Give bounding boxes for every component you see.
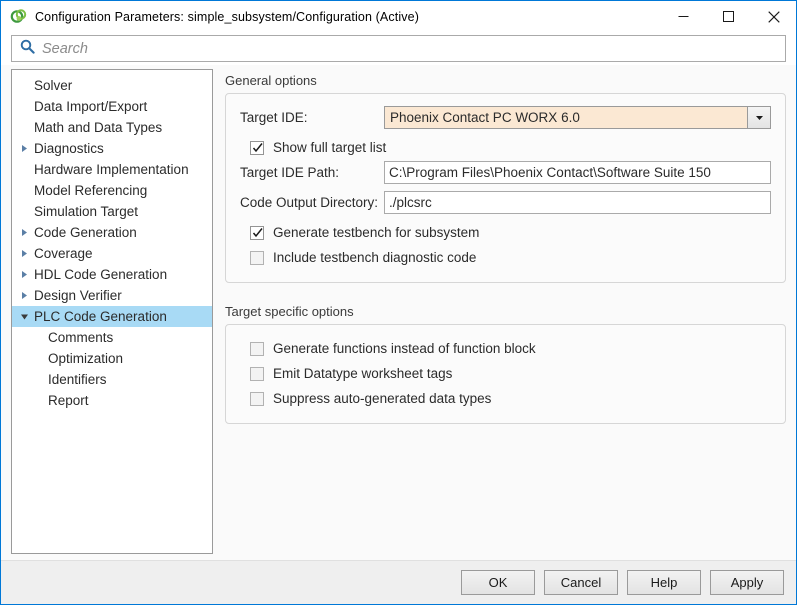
help-button[interactable]: Help	[627, 570, 701, 595]
search-box[interactable]	[11, 35, 786, 62]
show-full-target-list-label: Show full target list	[273, 140, 386, 155]
generate-functions-label: Generate functions instead of function b…	[273, 341, 536, 356]
target-ide-value: Phoenix Contact PC WORX 6.0	[385, 107, 747, 128]
target-specific-options-group: Generate functions instead of function b…	[225, 324, 786, 424]
tree-item-label: Hardware Implementation	[34, 162, 189, 177]
maximize-button[interactable]	[706, 1, 751, 32]
tree-item-hardware-implementation[interactable]: Hardware Implementation	[12, 159, 212, 180]
window-title: Configuration Parameters: simple_subsyst…	[35, 10, 419, 24]
cancel-button[interactable]: Cancel	[544, 570, 618, 595]
tree-item-identifiers[interactable]: Identifiers	[12, 369, 212, 390]
general-options-title: General options	[225, 73, 786, 88]
tree-item-code-generation[interactable]: Code Generation	[12, 222, 212, 243]
tree-item-coverage[interactable]: Coverage	[12, 243, 212, 264]
tree-item-label: Optimization	[48, 351, 123, 366]
tree-item-optimization[interactable]: Optimization	[12, 348, 212, 369]
chevron-right-icon[interactable]	[20, 144, 34, 153]
group-spacer	[225, 283, 786, 302]
tree-item-model-referencing[interactable]: Model Referencing	[12, 180, 212, 201]
emit-datatype-worksheet-tags-checkbox[interactable]: Emit Datatype worksheet tags	[240, 361, 771, 386]
tree-item-math-and-data-types[interactable]: Math and Data Types	[12, 117, 212, 138]
search-row	[1, 32, 796, 65]
tree-item-label: Comments	[48, 330, 113, 345]
include-testbench-diagnostic-label: Include testbench diagnostic code	[273, 250, 476, 265]
close-button[interactable]	[751, 1, 796, 32]
target-ide-combobox[interactable]: Phoenix Contact PC WORX 6.0	[384, 106, 771, 129]
configuration-parameters-dialog: Configuration Parameters: simple_subsyst…	[0, 0, 797, 605]
generate-testbench-label: Generate testbench for subsystem	[273, 225, 479, 240]
ok-button[interactable]: OK	[461, 570, 535, 595]
search-input[interactable]	[42, 41, 779, 57]
tree-item-label: Diagnostics	[34, 141, 104, 156]
tree-item-label: Code Generation	[34, 225, 137, 240]
search-icon	[20, 39, 35, 59]
tree-item-label: Math and Data Types	[34, 120, 162, 135]
checkbox-unchecked-icon	[250, 251, 264, 265]
code-output-directory-label: Code Output Directory:	[240, 195, 384, 210]
checkbox-unchecked-icon	[250, 367, 264, 381]
tree-item-label: Model Referencing	[34, 183, 147, 198]
tree-item-simulation-target[interactable]: Simulation Target	[12, 201, 212, 222]
minimize-button[interactable]	[661, 1, 706, 32]
target-ide-label: Target IDE:	[240, 110, 384, 125]
settings-tree[interactable]: Solver Data Import/Export Math and Data …	[11, 69, 213, 554]
tree-item-hdl-code-generation[interactable]: HDL Code Generation	[12, 264, 212, 285]
window-controls	[661, 1, 796, 32]
tree-item-report[interactable]: Report	[12, 390, 212, 411]
generate-testbench-checkbox[interactable]: Generate testbench for subsystem	[240, 220, 771, 245]
checkbox-unchecked-icon	[250, 392, 264, 406]
maximize-icon	[723, 11, 734, 22]
dialog-body: Solver Data Import/Export Math and Data …	[1, 65, 796, 560]
tree-item-label: Simulation Target	[34, 204, 138, 219]
target-ide-path-row: Target IDE Path:	[240, 160, 771, 184]
tree-item-label: Data Import/Export	[34, 99, 147, 114]
target-ide-path-label: Target IDE Path:	[240, 165, 384, 180]
show-full-target-list-checkbox[interactable]: Show full target list	[240, 135, 771, 160]
tree-item-label: Identifiers	[48, 372, 107, 387]
tree-item-plc-code-generation[interactable]: PLC Code Generation	[12, 306, 212, 327]
chevron-right-icon[interactable]	[20, 228, 34, 237]
code-output-directory-row: Code Output Directory:	[240, 190, 771, 214]
title-bar: Configuration Parameters: simple_subsyst…	[1, 1, 796, 32]
checkbox-unchecked-icon	[250, 342, 264, 356]
chevron-right-icon[interactable]	[20, 249, 34, 258]
code-output-directory-input[interactable]	[384, 191, 771, 214]
tree-item-label: Coverage	[34, 246, 93, 261]
target-ide-row: Target IDE: Phoenix Contact PC WORX 6.0	[240, 105, 771, 129]
close-icon	[768, 11, 780, 23]
tree-item-diagnostics[interactable]: Diagnostics	[12, 138, 212, 159]
checkbox-checked-icon	[250, 226, 264, 240]
tree-item-label: PLC Code Generation	[34, 309, 167, 324]
suppress-auto-generated-data-types-checkbox[interactable]: Suppress auto-generated data types	[240, 386, 771, 411]
tree-item-design-verifier[interactable]: Design Verifier	[12, 285, 212, 306]
tree-item-data-import-export[interactable]: Data Import/Export	[12, 96, 212, 117]
chevron-down-icon[interactable]	[20, 312, 34, 321]
target-specific-options-title: Target specific options	[225, 304, 786, 319]
target-ide-path-input[interactable]	[384, 161, 771, 184]
include-testbench-diagnostic-checkbox[interactable]: Include testbench diagnostic code	[240, 245, 771, 270]
tree-item-solver[interactable]: Solver	[12, 75, 212, 96]
apply-button[interactable]: Apply	[710, 570, 784, 595]
emit-datatype-worksheet-tags-label: Emit Datatype worksheet tags	[273, 366, 452, 381]
tree-item-label: HDL Code Generation	[34, 267, 167, 282]
suppress-auto-generated-data-types-label: Suppress auto-generated data types	[273, 391, 491, 406]
tree-item-comments[interactable]: Comments	[12, 327, 212, 348]
minimize-icon	[678, 11, 689, 22]
settings-content: General options Target IDE: Phoenix Cont…	[223, 69, 786, 554]
tree-item-label: Design Verifier	[34, 288, 122, 303]
dialog-footer: OK Cancel Help Apply	[1, 560, 796, 604]
generate-functions-checkbox[interactable]: Generate functions instead of function b…	[240, 336, 771, 361]
chevron-right-icon[interactable]	[20, 291, 34, 300]
chevron-down-icon[interactable]	[747, 107, 770, 128]
simulink-logo-icon	[10, 8, 27, 25]
tree-item-label: Solver	[34, 78, 72, 93]
tree-item-label: Report	[48, 393, 89, 408]
checkbox-checked-icon	[250, 141, 264, 155]
chevron-right-icon[interactable]	[20, 270, 34, 279]
general-options-group: Target IDE: Phoenix Contact PC WORX 6.0 …	[225, 93, 786, 283]
